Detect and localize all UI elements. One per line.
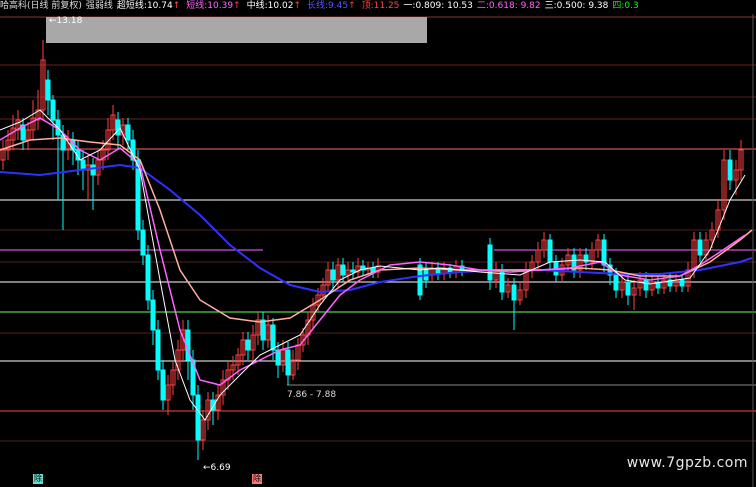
candle-body [511,284,517,301]
candle-body [150,299,156,331]
legend-item-2: 超短线:10.74↑ [116,1,181,11]
ma-line [0,117,746,386]
candle-body [245,339,251,351]
candle-body [50,99,56,121]
candle-body [125,124,131,141]
candle-body [613,274,619,291]
chart-legend: 哈高科(日线 前复权) 强弱线 超短线:10.74↑ 短线:10.39↑ 中线:10.0… [0,0,756,14]
candle-body [140,229,146,256]
site-watermark: www.7gpzb.com [626,455,748,471]
legend-item-1: 强弱线 [85,1,113,11]
candle-body [145,254,151,301]
candle-body [270,324,276,351]
legend-item-5: 长线:9.45↑ [306,1,356,11]
candle-body [727,159,733,181]
candle-body [547,239,553,263]
low-price-label: ←6.69 [203,463,231,473]
ex-rights-marker-1[interactable]: 除 [33,474,43,484]
ma-line [0,163,753,294]
legend-item-0: 哈高科(日线 前复权) [0,1,82,11]
candle-body [195,394,201,441]
legend-arrow-icon: ↑ [233,1,241,11]
candle-body [330,269,336,281]
candle-body [135,159,141,231]
high-price-label: ←13.18 [49,16,83,26]
legend-item-7: 一:0.809: 10.53 [403,1,473,11]
legend-arrow-icon: ↑ [293,1,301,11]
legend-item-4: 中线:10.02↑ [246,1,301,11]
legend-item-10: 四:0.3 [612,1,639,11]
candle-body [260,319,266,341]
candle-body [697,239,703,256]
moving-average-lines [0,109,753,421]
candle-body [90,164,96,176]
candle-body [160,369,166,401]
kline-chart[interactable] [0,14,756,487]
legend-item-8: 二:0.618: 9.82 [476,1,541,11]
legend-item-3: 短线:10.39↑ [186,1,241,11]
range-price-label: 7.86 - 7.88 [287,390,337,400]
price-level-lines [0,16,756,442]
candle-body [679,279,685,287]
info-tooltip-box [46,17,427,43]
candle-body [625,281,631,296]
candle-body [155,329,161,371]
candle-body [285,349,291,376]
candle-body [350,269,356,273]
candle-body [340,264,346,276]
ex-rights-marker-2[interactable]: 除 [252,474,262,484]
candle-body [601,239,607,266]
legend-item-9: 三:0.500: 9.38 [544,1,609,11]
legend-item-6: 顶:11.25 [361,1,400,11]
legend-arrow-icon: ↑ [348,1,356,11]
legend-arrow-icon: ↑ [172,1,181,11]
candle-body [115,119,121,136]
candle-body [45,79,51,101]
candle-body [487,244,493,281]
candle-body [643,279,649,291]
